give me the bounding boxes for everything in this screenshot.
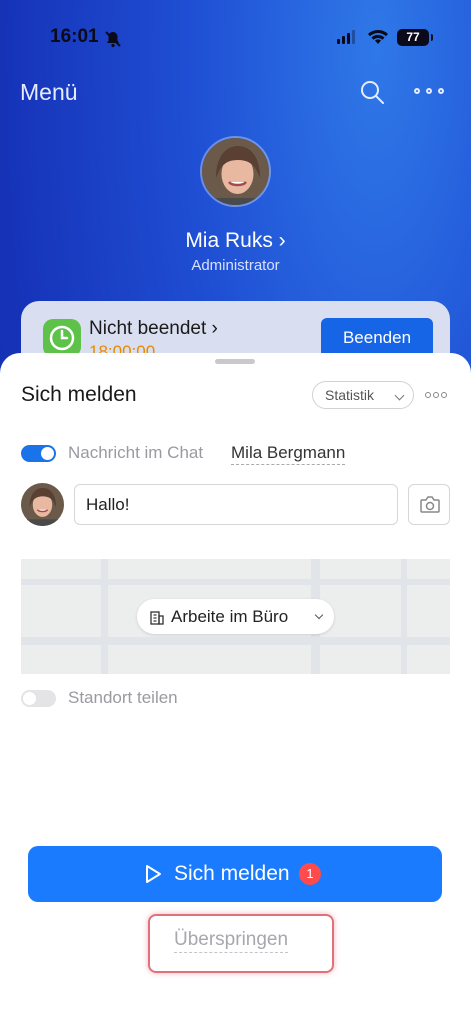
work-location-label: Arbeite im Büro [171, 607, 289, 626]
play-icon [146, 865, 161, 883]
avatar [21, 483, 64, 526]
avatar[interactable] [200, 136, 271, 207]
location-map[interactable]: Arbeite im Büro [21, 559, 450, 674]
drag-handle[interactable] [215, 359, 255, 364]
search-icon[interactable] [359, 79, 385, 105]
more-options-icon[interactable] [414, 80, 444, 102]
chevron-down-icon [394, 390, 405, 401]
chat-message-label: Nachricht im Chat [68, 443, 204, 462]
profile-name[interactable]: Mia Ruks › [0, 229, 471, 253]
camera-icon [420, 496, 440, 513]
clock-icon [43, 319, 81, 357]
bell-off-icon [105, 31, 121, 48]
skip-button[interactable]: Überspringen [174, 929, 289, 953]
share-location-toggle[interactable] [21, 690, 56, 707]
page-title: Menü [20, 79, 78, 105]
app-screen: 16:01 77 Menü Mia Ruks › Administrator N… [0, 0, 471, 1024]
status-bar: 16:01 77 [0, 24, 471, 54]
signal-icon [337, 30, 355, 44]
profile-role: Administrator [191, 257, 280, 274]
notification-badge: 1 [299, 863, 321, 885]
checkin-sheet: Sich melden Statistik Nachricht im Chat … [0, 353, 471, 1024]
chevron-down-icon [314, 610, 324, 620]
chat-message-toggle[interactable] [21, 445, 56, 462]
chat-recipient-selector[interactable]: Mila Bergmann [231, 443, 346, 465]
statistics-dropdown[interactable]: Statistik [312, 381, 414, 409]
building-icon [150, 611, 164, 625]
share-location-label: Standort teilen [68, 688, 178, 707]
status-time: 16:01 [50, 26, 99, 47]
more-options-icon[interactable] [425, 391, 447, 399]
statistics-label: Statistik [325, 387, 375, 403]
battery-icon: 77 [397, 29, 433, 46]
work-location-dropdown[interactable]: Arbeite im Büro [137, 599, 334, 634]
camera-button[interactable] [408, 484, 450, 525]
wifi-icon [368, 30, 388, 44]
sheet-title: Sich melden [21, 383, 137, 406]
check-in-button[interactable]: Sich melden 1 [28, 846, 442, 902]
message-input[interactable]: Hallo! [74, 484, 398, 525]
end-workday-button[interactable]: Beenden [321, 318, 433, 358]
check-in-label: Sich melden [174, 862, 290, 885]
workday-status[interactable]: Nicht beendet › [89, 318, 218, 340]
